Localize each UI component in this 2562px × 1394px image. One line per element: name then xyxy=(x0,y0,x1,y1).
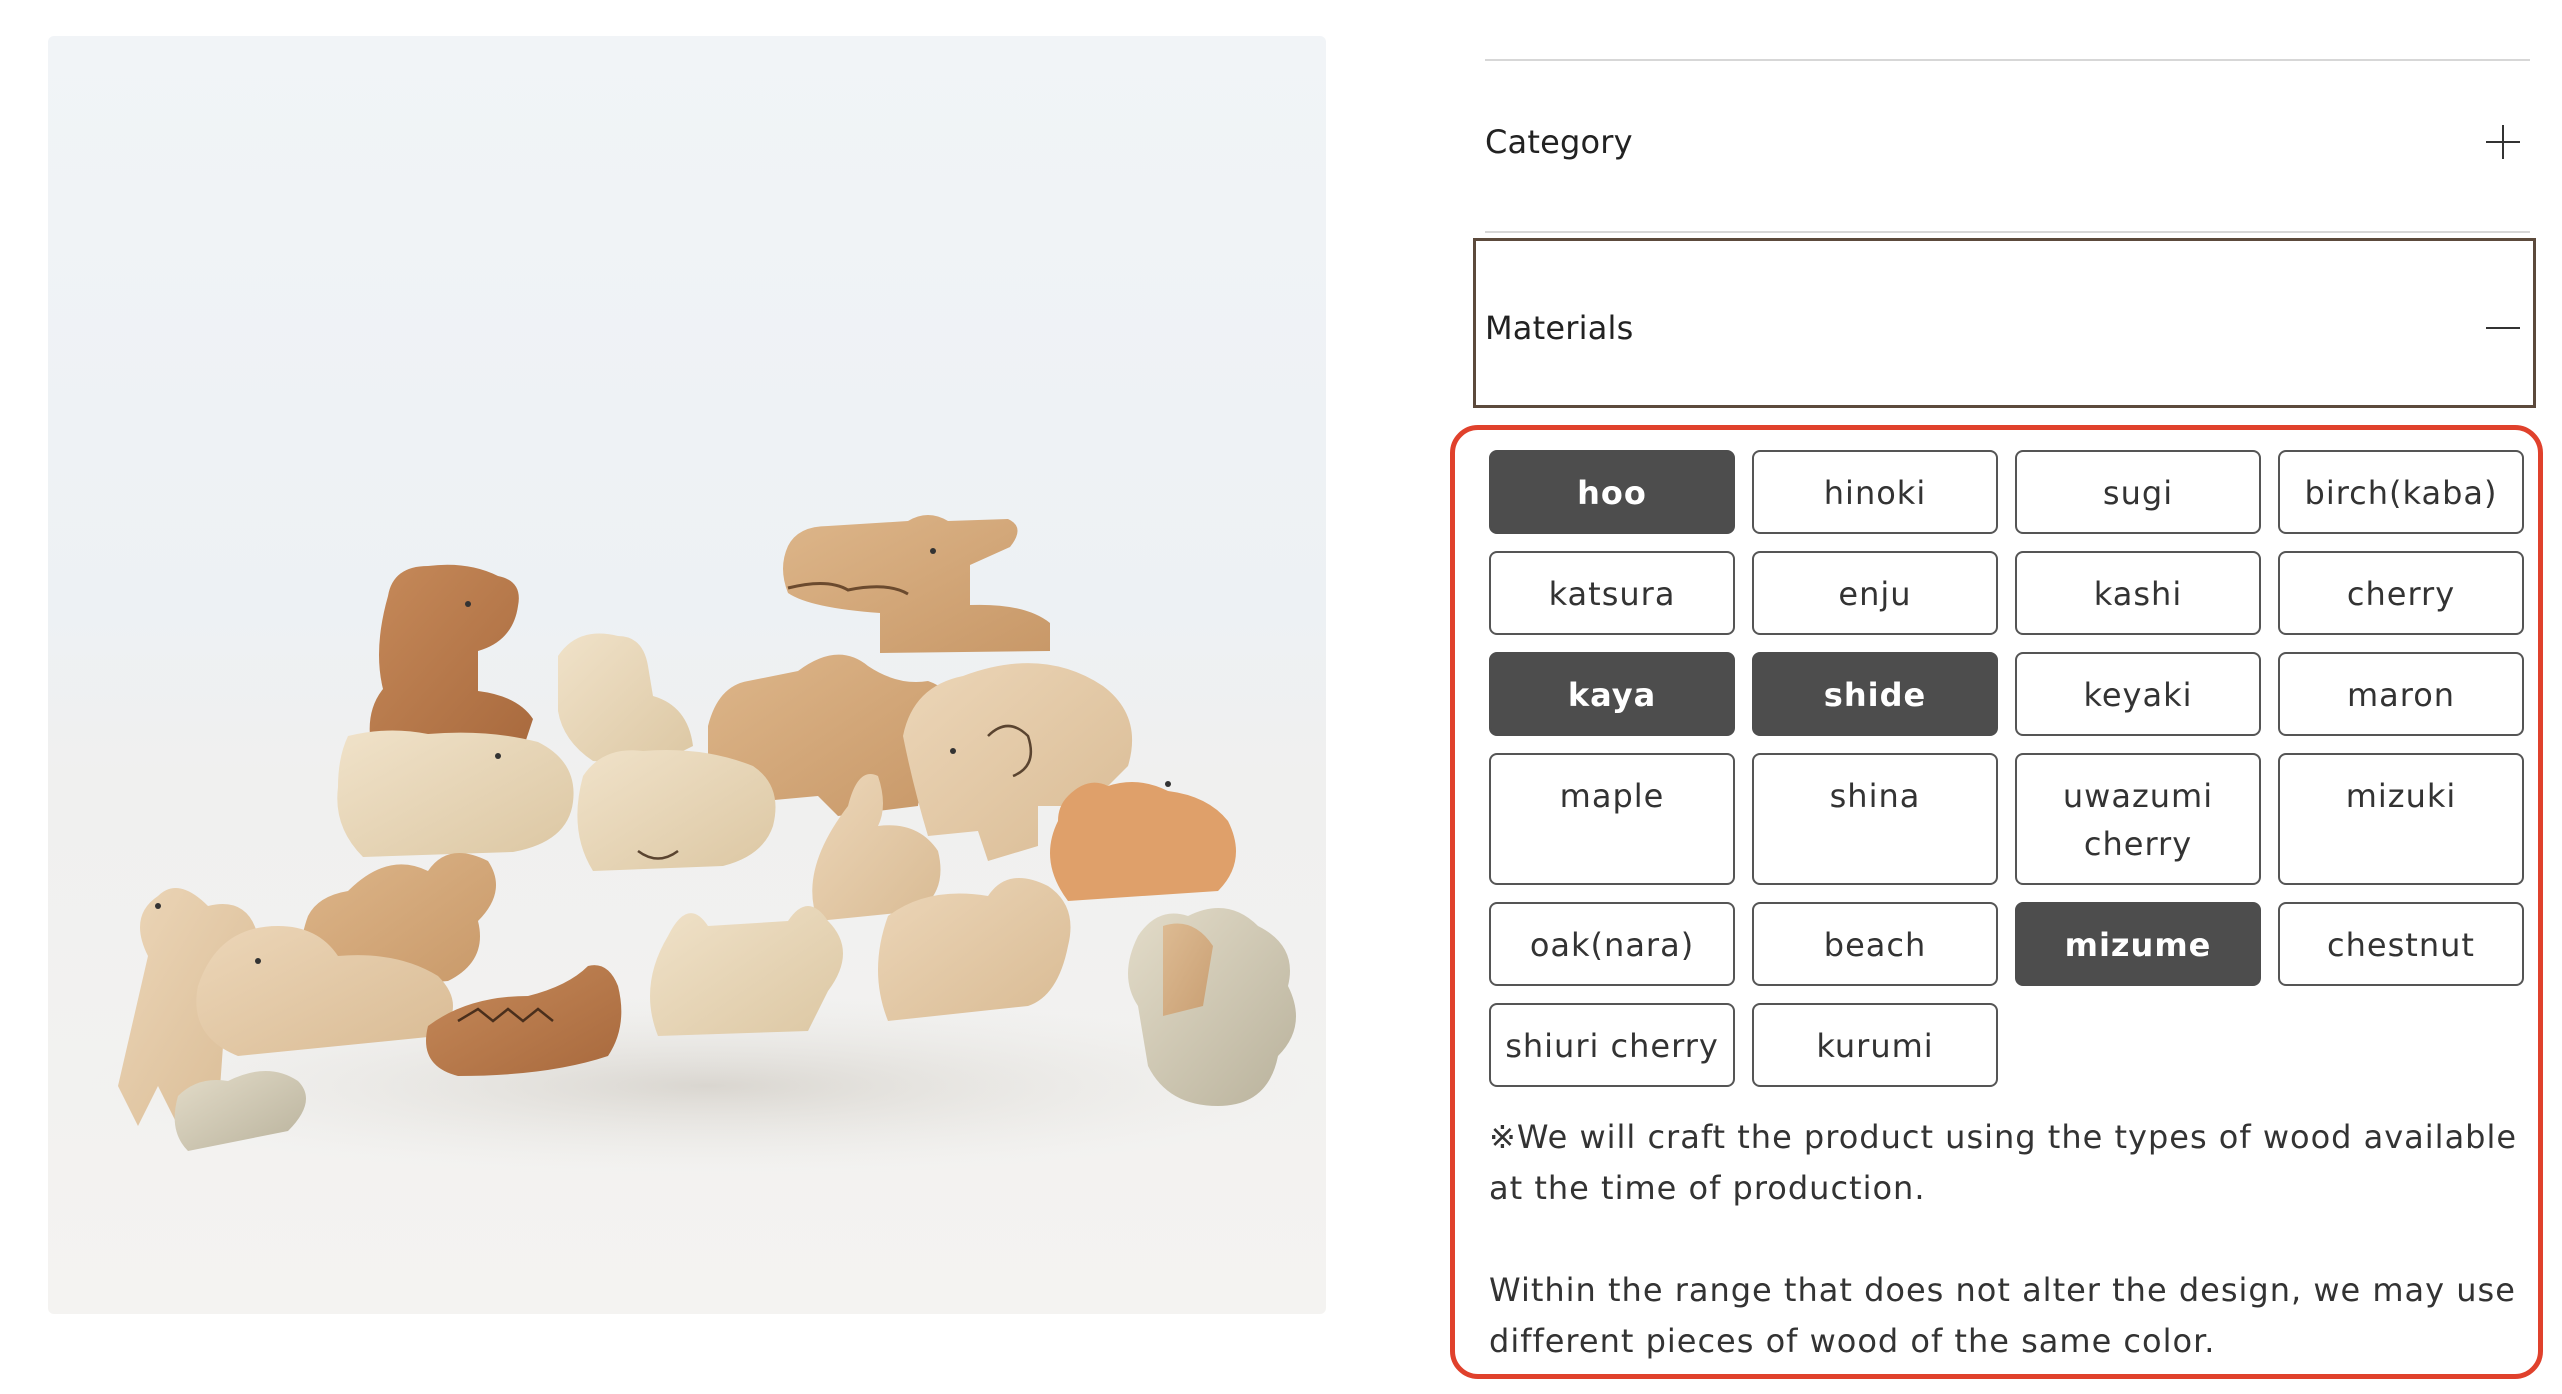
material-chip-shiuri-cherry[interactable]: shiuri cherry xyxy=(1489,1003,1735,1087)
material-chip-chestnut[interactable]: chestnut xyxy=(2278,902,2524,986)
material-chip-kaya[interactable]: kaya xyxy=(1489,652,1735,736)
materials-options: hoo hinoki sugi birch(kaba) katsura enju kashi… xyxy=(1489,450,2525,1087)
materials-note: ※We will craft the product using the typ… xyxy=(1489,1112,2519,1367)
plus-icon[interactable] xyxy=(2486,125,2520,159)
material-chip-hinoki[interactable]: hinoki xyxy=(1752,450,1998,534)
note-availability: ※We will craft the product using the typ… xyxy=(1489,1118,2518,1207)
page: Category Materials hoo hinoki sugi birch(ka… xyxy=(0,0,2562,1394)
product-photo xyxy=(48,36,1326,1314)
materials-focus-outline xyxy=(1473,238,2536,408)
material-chip-maple[interactable]: maple xyxy=(1489,753,1735,885)
material-chip-kurumi[interactable]: kurumi xyxy=(1752,1003,1998,1087)
material-chip-mizume[interactable]: mizume xyxy=(2015,902,2261,986)
material-chip-hoo[interactable]: hoo xyxy=(1489,450,1735,534)
material-chip-sugi[interactable]: sugi xyxy=(2015,450,2261,534)
material-chip-keyaki[interactable]: keyaki xyxy=(2015,652,2261,736)
material-chip-cherry[interactable]: cherry xyxy=(2278,551,2524,635)
note-color: Within the range that does not alter the… xyxy=(1489,1271,2516,1360)
material-chip-enju[interactable]: enju xyxy=(1752,551,1998,635)
wooden-animals-illustration xyxy=(88,515,1326,1176)
divider xyxy=(1485,231,2530,233)
material-chip-mizuki[interactable]: mizuki xyxy=(2278,753,2524,885)
material-chip-maron[interactable]: maron xyxy=(2278,652,2524,736)
material-chip-katsura[interactable]: katsura xyxy=(1489,551,1735,635)
material-chip-uwazumi-cherry[interactable]: uwazumi cherry xyxy=(2015,753,2261,885)
material-chip-shina[interactable]: shina xyxy=(1752,753,1998,885)
material-chip-oak-nara[interactable]: oak(nara) xyxy=(1489,902,1735,986)
category-accordion-header[interactable]: Category xyxy=(1485,112,2530,172)
material-chip-shide[interactable]: shide xyxy=(1752,652,1998,736)
category-label: Category xyxy=(1485,123,1633,161)
divider xyxy=(1485,59,2530,61)
material-chip-birch-kaba[interactable]: birch(kaba) xyxy=(2278,450,2524,534)
material-chip-kashi[interactable]: kashi xyxy=(2015,551,2261,635)
material-chip-beach[interactable]: beach xyxy=(1752,902,1998,986)
